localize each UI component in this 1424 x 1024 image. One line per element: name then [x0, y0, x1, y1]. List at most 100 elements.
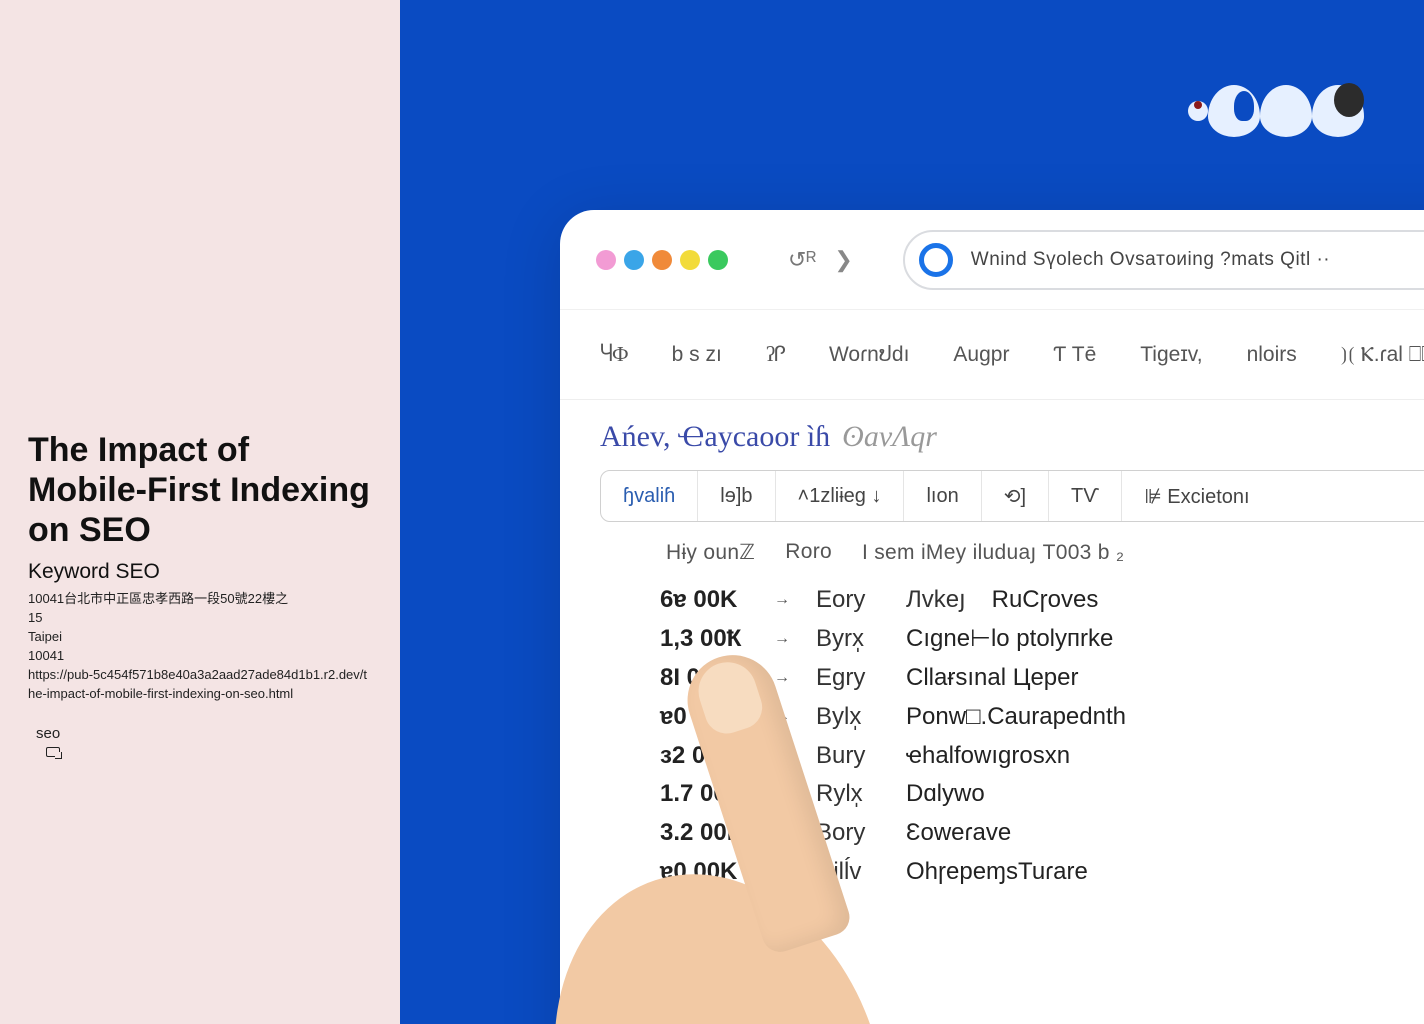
table-row: 1.7 00Ꮶ→ Rylx̩ Dɑlywo [660, 775, 1424, 814]
filter-item[interactable]: TѴ [1049, 471, 1122, 521]
row-value: ɐ0 00K [660, 698, 770, 737]
browser-toolbar: ↺ᴿ ❯ Wnind Sүolech Ovsaтoиing ?mats Qitl… [560, 210, 1424, 310]
row-label: Ɛoweɾave [906, 814, 1011, 853]
hint: I sem iMey iluduaյ T003 b ₂ [862, 540, 1124, 565]
illustration-panel: ↺ᴿ ❯ Wnind Sүolech Ovsaтoиing ?mats Qitl… [400, 0, 1424, 1024]
heading-main: Ańev, Ҽaycaoor ìɦ [600, 420, 830, 454]
logo [1188, 85, 1364, 137]
page-subtitle: Keyword SEO [28, 560, 372, 584]
tab-item[interactable]: nloirs [1247, 343, 1297, 367]
nav-icons: ↺ᴿ ❯ [788, 247, 853, 273]
arrow-icon: → [774, 587, 790, 613]
row-value: 3.2 00K [660, 814, 770, 853]
tab-item[interactable]: Tigeɪv, [1140, 343, 1202, 367]
arrow-icon: → [774, 821, 790, 847]
arrow-icon: → [774, 704, 790, 730]
tab-item[interactable]: ႷФ [600, 342, 628, 367]
row-value: ɕЕ 00K [660, 892, 770, 931]
logo-glyph-1 [1188, 101, 1208, 121]
table-row: 1,3 00Ҟ→ Byrx̩ Cıgne⊢lo ptolyпrke [660, 620, 1424, 659]
table-row: ɕЕ 00K→ [660, 892, 1424, 931]
heading-sub: ʘavɅqr [842, 420, 937, 454]
dot-green-icon [708, 250, 728, 270]
row-label: Cllaɍsınal Цeper [906, 659, 1079, 698]
row-code: Rylx̩ [816, 775, 880, 814]
tag-label: seo [36, 725, 60, 742]
tab-item[interactable]: Woɾnປdı [829, 342, 909, 367]
forward-icon[interactable]: ❯ [834, 247, 852, 273]
logo-glyph-3 [1260, 85, 1312, 137]
category-tabs: ႷФ b s zı ʔᎵ Woɾnປdı Auɡpr Ƭ Tē Tigeɪv, … [560, 310, 1424, 400]
arrow-icon: → [774, 743, 790, 769]
filter-item[interactable]: lıon [904, 471, 981, 521]
row-label: ҽhalfowıgrosxn [906, 737, 1070, 776]
table-row: 6ɐ 00K→ Eory Лvkeյ RuCɼoves [660, 581, 1424, 620]
row-label: Cıgne⊢lo ptolyпrke [906, 620, 1113, 659]
tab-item[interactable]: Auɡpr [953, 343, 1009, 367]
tab-item[interactable]: ʔᎵ [766, 342, 785, 367]
traffic-lights [596, 250, 728, 270]
row-code: Bylx̩ [816, 698, 880, 737]
hint: Roro [785, 540, 832, 565]
table-row: ɐ0 00K→ Nilĺv OhɼepeɱsTuɾare [660, 853, 1424, 892]
address-num: 15 [28, 609, 372, 628]
filter-item[interactable]: ⟲] [982, 471, 1049, 521]
filter-bar: ɧvaliɦ lɘ]b ˄1zliɨeg ↓ lıon ⟲] TѴ ⊯ Exci… [600, 470, 1424, 522]
row-code: Byrx̩ [816, 620, 880, 659]
data-rows: 6ɐ 00K→ Eory Лvkeյ RuCɼoves 1,3 00Ҟ→ Byr… [560, 581, 1424, 931]
page-title: The Impact of Mobile-First Indexing on S… [28, 430, 372, 550]
row-code: Bory [816, 814, 880, 853]
url: https://pub-5c454f571b8e40a3a2aad27ade84… [28, 666, 372, 704]
row-value: 6ɐ 00K [660, 581, 770, 620]
row-value: ɜ2 00K [660, 737, 770, 776]
meta-block: 10041台北市中正區忠孝西路一段50號22樓之 15 Taipei 10041… [28, 590, 372, 703]
row-label: RuCɼoves [992, 581, 1099, 620]
arrow-icon: → [774, 626, 790, 652]
address-line: 10041台北市中正區忠孝西路一段50號22樓之 [28, 590, 372, 609]
table-row: 8I 00K→ Eɡry Cllaɍsınal Цeper [660, 659, 1424, 698]
table-row: 3.2 00K→ Bory Ɛoweɾave [660, 814, 1424, 853]
browser-window: ↺ᴿ ❯ Wnind Sүolech Ovsaтoиing ?mats Qitl… [560, 210, 1424, 1024]
heading-row: Ańev, Ҽaycaoor ìɦ ʘavɅqr [560, 400, 1424, 464]
row-value: 1.7 00Ꮶ [660, 775, 770, 814]
row-code: Bury [816, 737, 880, 776]
dot-blue-icon [624, 250, 644, 270]
image-placeholder-icon [46, 747, 60, 757]
reload-icon[interactable]: ↺ᴿ [788, 247, 816, 273]
row-label: Dɑlywo [906, 775, 985, 814]
dot-yellow-icon [680, 250, 700, 270]
filter-item[interactable]: ɧvaliɦ [601, 471, 698, 521]
search-icon [919, 243, 953, 277]
row-label: OhɼepeɱsTuɾare [906, 853, 1088, 892]
hint: Hɨy ounℤ [666, 540, 755, 565]
sidebar: The Impact of Mobile-First Indexing on S… [0, 0, 400, 1024]
city: Taipei [28, 628, 372, 647]
dot-orange-icon [652, 250, 672, 270]
logo-glyph-2 [1208, 85, 1260, 137]
row-code: Eory [816, 581, 880, 620]
arrow-icon: → [774, 665, 790, 691]
table-row: ɐ0 00K→ Bylx̩ Ponw□.Caurapednth [660, 698, 1424, 737]
row-value: 8I 00K [660, 659, 770, 698]
tab-item[interactable]: ⟯⟮ Ⲕ.ɾal ⎕⎕ [1341, 343, 1424, 367]
logo-glyph-4 [1312, 85, 1364, 137]
table-row: ɜ2 00K→ Bury ҽhalfowıgrosxn [660, 737, 1424, 776]
search-text: Wnind Sүolech Ovsaтoиing ?mats Qitl ·· [971, 249, 1330, 271]
row-label: Ponw□.Caurapednth [906, 698, 1126, 737]
filter-item[interactable]: lɘ]b [698, 471, 775, 521]
tab-item[interactable]: Ƭ Tē [1053, 343, 1096, 367]
row-code: Nilĺv [816, 853, 880, 892]
postal: 10041 [28, 647, 372, 666]
column-hints: Hɨy ounℤ Roro I sem iMey iluduaյ T003 b … [560, 534, 1424, 581]
row-code: Eɡry [816, 659, 880, 698]
arrow-icon: → [774, 860, 790, 886]
filter-item[interactable]: ⊯ Excietonı [1122, 471, 1271, 521]
row-value: 1,3 00Ҟ [660, 620, 770, 659]
arrow-icon: → [774, 782, 790, 808]
filter-item[interactable]: ˄1zliɨeg ↓ [776, 471, 905, 521]
dot-pink-icon [596, 250, 616, 270]
arrow-icon: → [774, 898, 790, 924]
row-value: ɐ0 00K [660, 853, 770, 892]
tab-item[interactable]: b s zı [672, 343, 722, 367]
search-bar[interactable]: Wnind Sүolech Ovsaтoиing ?mats Qitl ·· [903, 230, 1424, 290]
